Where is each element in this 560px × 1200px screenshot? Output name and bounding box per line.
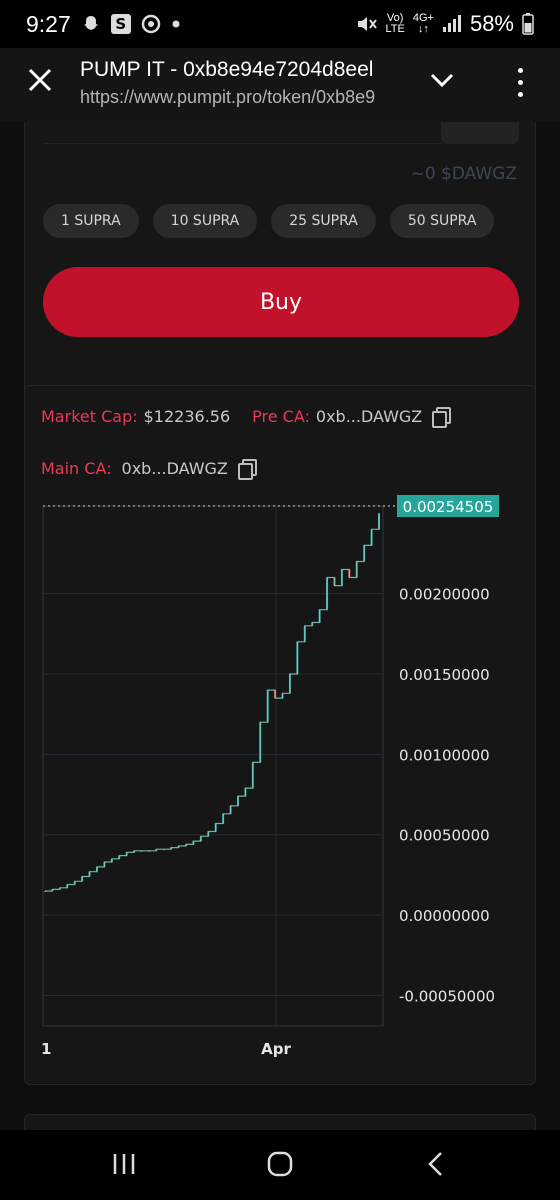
preset-1-supra[interactable]: 1 SUPRA (43, 204, 139, 238)
more-options-button[interactable] (508, 64, 532, 100)
back-button[interactable] (414, 1144, 458, 1184)
close-icon (28, 68, 52, 92)
menu-dot-icon (517, 91, 523, 97)
y-tick-label: 0.00000000 (399, 907, 490, 925)
recents-button[interactable] (102, 1144, 146, 1184)
preset-50-supra[interactable]: 50 SUPRA (389, 204, 495, 238)
preset-10-supra[interactable]: 10 SUPRA (152, 204, 258, 238)
snapchat-icon (81, 14, 101, 34)
s-app-icon: S (110, 14, 131, 34)
last-price-label: 0.00254505 (403, 498, 494, 516)
y-tick-label: -0.00050000 (399, 987, 495, 1005)
page-url: https://www.pumpit.pro/token/0xb8e9 (80, 87, 376, 107)
preset-25-supra[interactable]: 25 SUPRA (271, 204, 376, 238)
page-title: PUMP IT - 0xb8e94e7204d8eel (80, 58, 374, 81)
network-type: Vo) LTE (385, 12, 405, 35)
chart-card: Market Cap: $12236.56 Pre CA: 0xb...DAWG… (24, 385, 536, 1085)
plot-frame (42, 505, 384, 1027)
battery-icon (522, 13, 534, 35)
recents-icon (113, 1154, 135, 1174)
next-panel (24, 1114, 536, 1130)
y-tick-label: 0.00100000 (399, 746, 490, 764)
home-button[interactable] (258, 1144, 302, 1184)
mute-icon (355, 14, 378, 34)
dot-icon (171, 19, 181, 29)
status-time: 9:27 (26, 10, 71, 37)
amount-input[interactable] (43, 122, 443, 144)
x-tick-label: 1 (41, 1040, 51, 1058)
y-tick-label: 0.00050000 (399, 827, 490, 845)
status-bar: 9:27 S Vo) LTE 4G+ ↓↑ 58% (0, 0, 560, 48)
status-left: 9:27 S (26, 11, 181, 38)
signal-icon (442, 15, 462, 33)
back-icon (428, 1152, 442, 1176)
chrome-icon (141, 14, 161, 34)
buy-button[interactable]: Buy (43, 267, 519, 337)
x-tick-label: Apr (261, 1040, 291, 1058)
close-tab-button[interactable] (22, 62, 58, 98)
currency-select[interactable] (441, 122, 519, 144)
home-icon (267, 1151, 293, 1177)
y-tick-label: 0.00200000 (399, 586, 490, 604)
expand-button[interactable] (428, 66, 458, 96)
menu-dot-icon (517, 79, 523, 85)
network-4g: 4G+ ↓↑ (412, 12, 434, 35)
preset-row: 1 SUPRA 10 SUPRA 25 SUPRA 50 SUPRA (43, 204, 495, 238)
y-tick-label: 0.00150000 (399, 666, 490, 684)
title-area[interactable]: PUMP IT - 0xb8e94e7204d8eel https://www.… (80, 56, 400, 110)
estimate-output: ~0 $DAWGZ (410, 164, 517, 184)
system-nav-bar (0, 1130, 560, 1200)
chevron-down-icon (430, 73, 454, 88)
page-content: ~0 $DAWGZ 1 SUPRA 10 SUPRA 25 SUPRA 50 S… (0, 122, 560, 1130)
status-right: Vo) LTE 4G+ ↓↑ 58% (355, 11, 534, 37)
custom-tab-toolbar: PUMP IT - 0xb8e94e7204d8eel https://www.… (0, 48, 560, 122)
menu-dot-icon (517, 67, 523, 73)
battery-percent: 58% (469, 11, 514, 36)
price-chart[interactable]: 0.00200000 0.00150000 0.00100000 0.00050000… (25, 386, 537, 1086)
